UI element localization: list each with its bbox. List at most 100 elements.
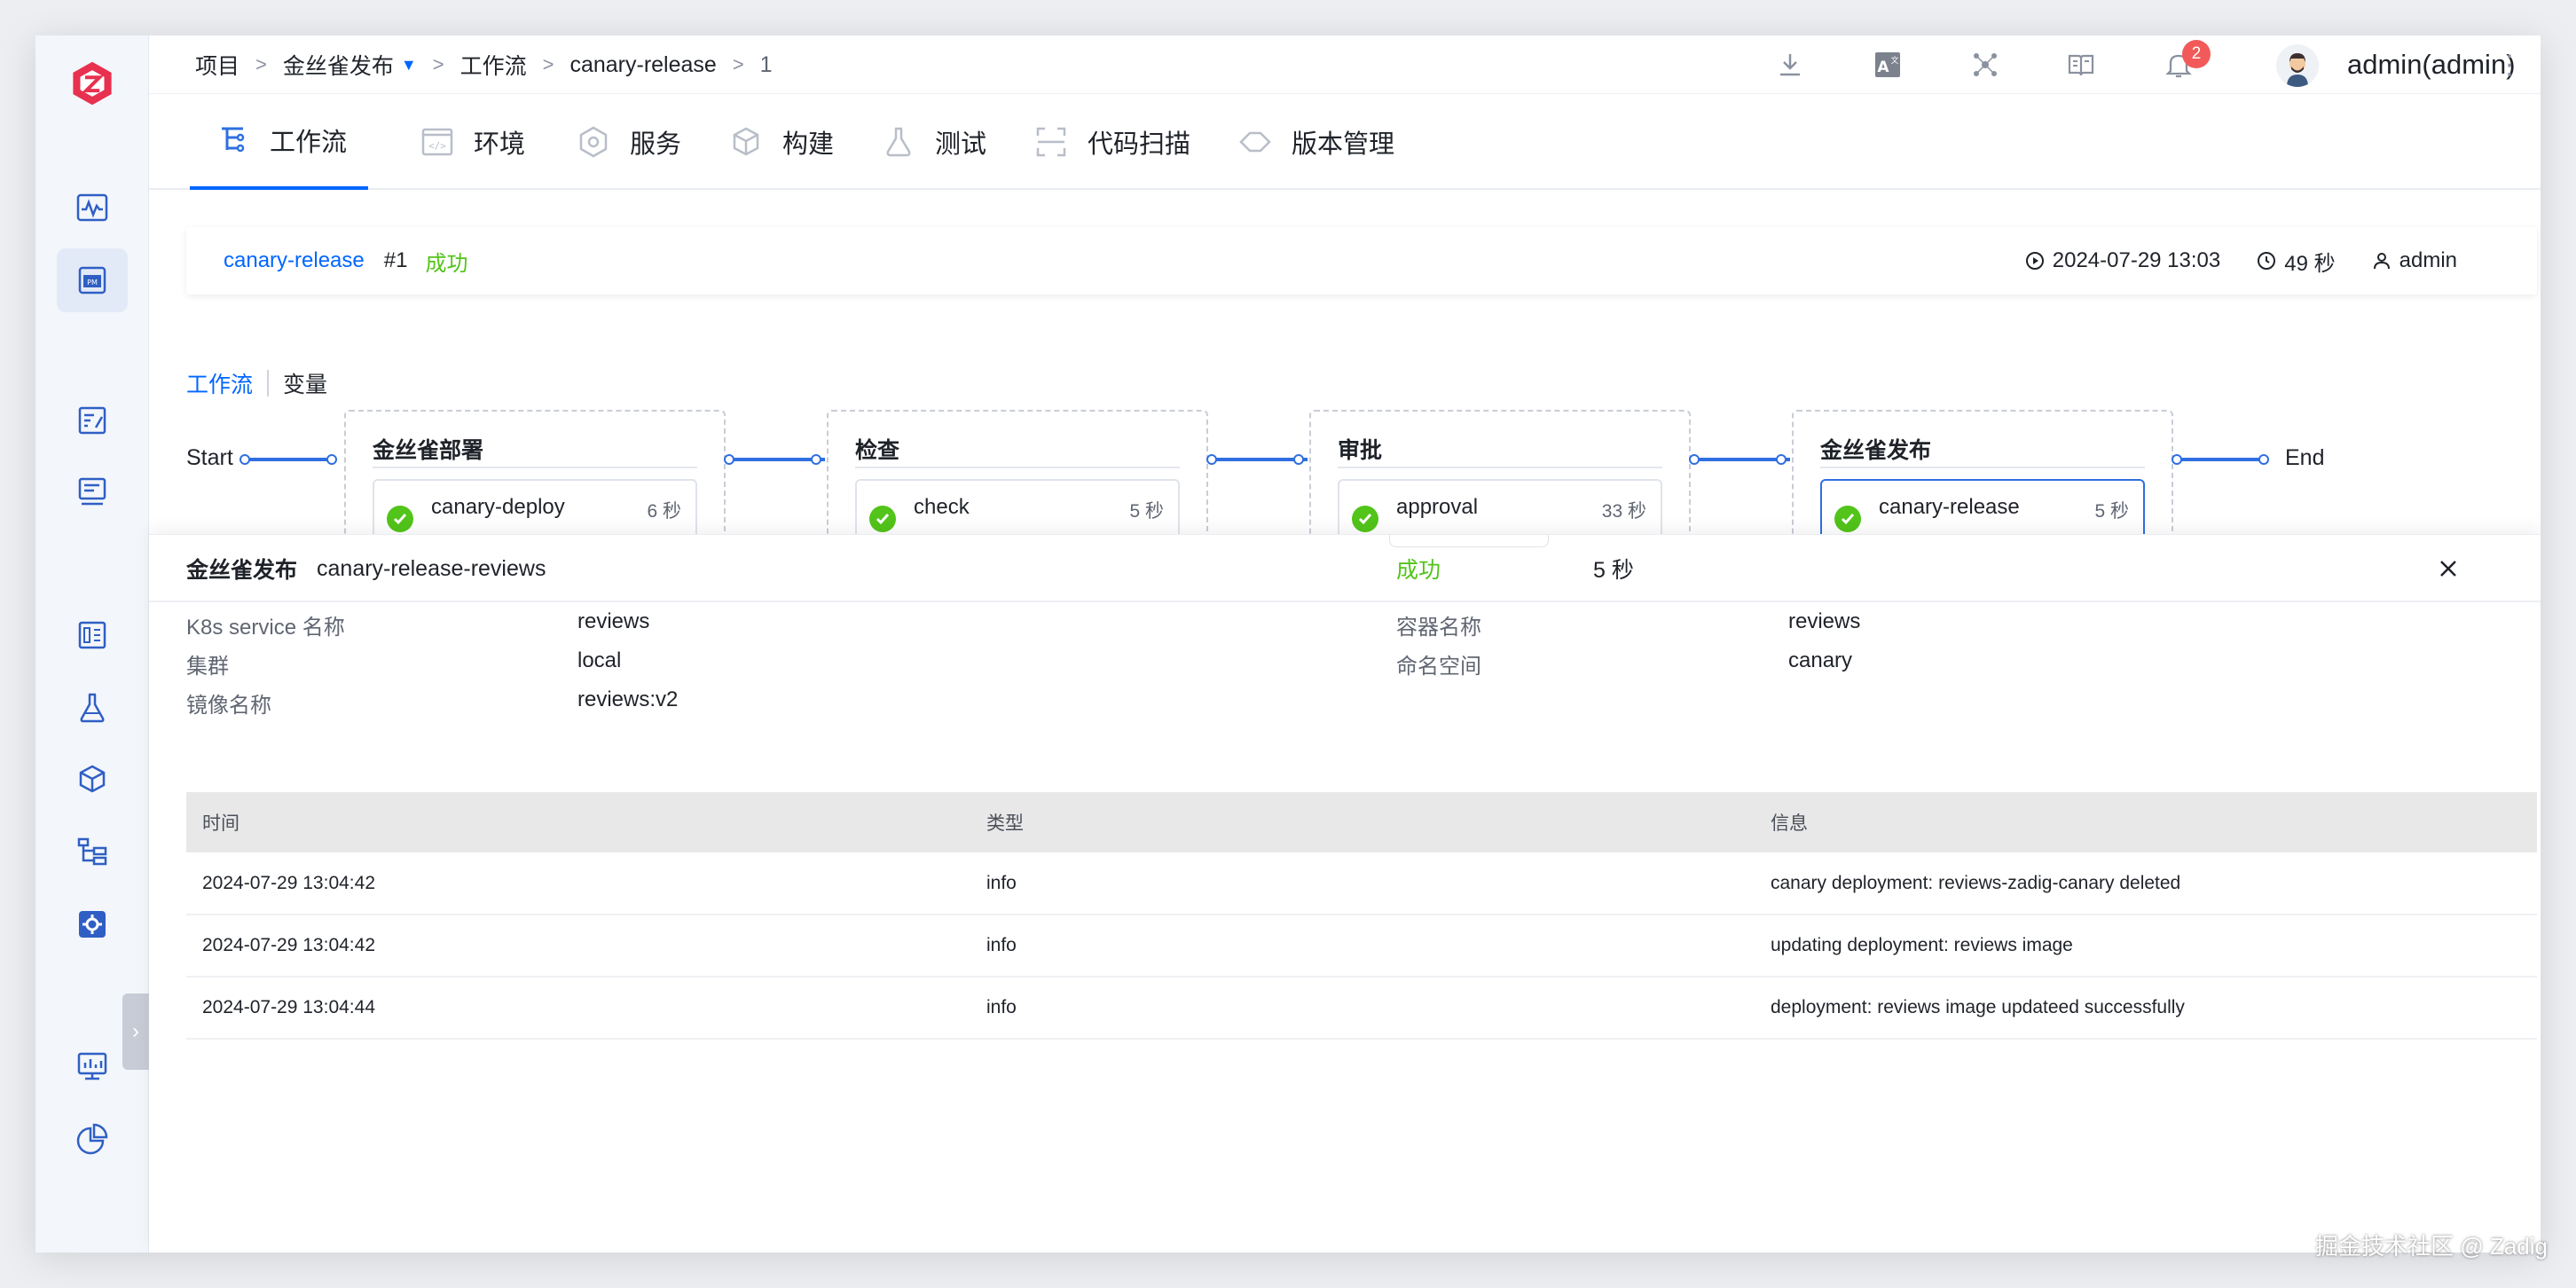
breadcrumb-project[interactable]: 项目 [195,49,240,81]
play-circle-icon [2025,252,2044,270]
tab-build[interactable]: 构建 [729,94,834,190]
sidebar-toggle-button[interactable]: › [122,993,149,1070]
events-table: 时间 类型 信息 2024-07-29 13:04:42 info canary… [186,792,2537,1040]
breadcrumb: 项目 > 金丝雀发布 ▼ > 工作流 > canary-release > 1 [195,35,773,94]
drawer-job-name: canary-release-reviews [317,555,546,581]
header-actions: A文 2 admin(admin) ⋮ [1565,35,2541,94]
detail-subtabs: 工作流 变量 [186,367,327,399]
svg-text:</>: </> [428,140,446,152]
tab-service[interactable]: 服务 [577,94,681,190]
pipeline-node [240,454,250,465]
cell-time: 2024-07-29 13:04:42 [186,852,970,915]
stage-title: 检查 [855,438,900,463]
scan-icon [1036,127,1066,157]
column-header-info: 信息 [1755,792,2537,852]
stage-divider [855,467,1180,468]
success-check-icon [1352,506,1378,532]
tab-label: 构建 [782,130,835,159]
sidebar-settings-icon[interactable] [57,892,128,956]
breadcrumb-run: 1 [759,51,773,77]
plugin-icon[interactable] [1969,49,2001,81]
cell-info: canary deployment: reviews-zadig-canary … [1755,852,2537,915]
job-duration: 6 秒 [647,501,681,522]
user-name[interactable]: admin(admin) [2347,35,2516,94]
translate-icon[interactable]: A文 [1872,49,1904,81]
sidebar: PM › [35,35,149,1253]
job-name: approval [1396,495,1479,519]
run-status: 成功 [425,251,468,276]
sidebar-chart-icon[interactable] [57,1107,128,1171]
pipeline-node [1689,454,1700,465]
stage-divider [1338,467,1662,468]
sidebar-project-icon[interactable]: PM [57,248,128,312]
user-avatar[interactable] [2276,44,2319,87]
sidebar-monitor-icon[interactable] [57,176,128,240]
tab-label: 代码扫描 [1088,130,1191,159]
tab-test[interactable]: 测试 [882,94,986,190]
chevron-right-icon: › [132,1019,139,1043]
svg-text:文: 文 [1890,55,1898,66]
pipeline-node [724,454,734,465]
sidebar-artifact-icon[interactable] [57,749,128,813]
table-row: 2024-07-29 13:04:42 info canary deployme… [186,852,2537,915]
notification-badge: 2 [2182,40,2211,68]
zadig-logo[interactable] [60,51,124,115]
close-icon[interactable] [2434,554,2462,583]
run-duration: 49 秒 [2256,246,2336,277]
field-cluster-label: 集群 [186,655,229,679]
job-name: check [914,495,970,519]
sidebar-deploy-icon[interactable] [57,459,128,523]
tab-version[interactable]: 版本管理 [1238,94,1394,190]
breadcrumb-workflows[interactable]: 工作流 [460,49,527,81]
sidebar-dashboard-icon[interactable] [57,603,128,667]
field-cluster-value: local [577,648,622,672]
field-image-value: reviews:v2 [577,687,679,711]
notification-bell-icon[interactable]: 2 [2163,40,2211,81]
sidebar-release-icon[interactable] [57,389,128,452]
build-icon [733,127,759,156]
tab-code-scan[interactable]: 代码扫描 [1034,94,1190,190]
tab-environment[interactable]: </> 环境 [420,94,525,190]
field-image-label: 镜像名称 [186,694,271,718]
pipeline-connector [2177,458,2264,461]
subtab-workflow[interactable]: 工作流 [186,367,253,399]
table-row: 2024-07-29 13:04:42 info updating deploy… [186,915,2537,978]
cell-info: deployment: reviews image updateed succe… [1755,977,2537,1040]
pipeline-connector [245,458,332,461]
sidebar-template-icon[interactable] [57,820,128,884]
download-icon[interactable] [1774,49,1806,81]
cell-type: info [970,852,1755,915]
version-icon [1239,131,1271,153]
drawer-duration: 5 秒 [1593,558,1634,583]
pipeline-node [326,454,337,465]
run-start-time: 2024-07-29 13:03 [2024,248,2220,273]
cell-type: info [970,977,1755,1040]
caret-down-icon[interactable]: ▼ [401,56,417,75]
sidebar-test-icon[interactable] [57,676,128,740]
tab-workflow[interactable]: 工作流 [190,94,369,190]
run-creator: admin [2371,248,2457,273]
job-duration: 5 秒 [1129,501,1164,522]
cell-type: info [970,915,1755,978]
test-icon [886,127,911,157]
svg-text:PM: PM [87,279,98,287]
breadcrumb-separator: > [432,53,444,75]
top-header: 项目 > 金丝雀发布 ▼ > 工作流 > canary-release > 1 … [149,35,2541,94]
breadcrumb-workflow-name[interactable]: canary-release [569,52,716,78]
pipeline-end: End [2285,445,2325,470]
workflow-icon [222,127,245,153]
workflow-link[interactable]: canary-release [224,248,365,273]
pipeline-node [1776,454,1787,465]
breadcrumb-project-name[interactable]: 金丝雀发布 [283,49,394,81]
table-row: 2024-07-29 13:04:44 info deployment: rev… [186,977,2537,1040]
duration-text: 49 秒 [2284,251,2336,276]
docs-icon[interactable] [2065,49,2097,81]
field-service-label: K8s service 名称 [186,616,345,640]
job-name: canary-deploy [431,495,565,519]
environment-icon: </> [421,128,453,156]
more-vertical-icon[interactable]: ⋮ [2496,35,2523,94]
sidebar-statistics-icon[interactable] [57,1034,128,1098]
subtab-variables[interactable]: 变量 [283,367,327,399]
creator-text: admin [2399,248,2457,272]
field-container-label: 容器名称 [1396,616,1481,640]
